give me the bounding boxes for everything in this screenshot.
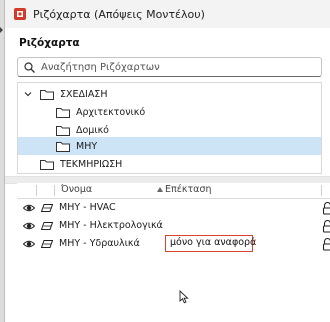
lock-icon[interactable] [322, 220, 330, 233]
tree-item-label: ΤΕΚΜΗΡΙΩΣΗ [60, 158, 123, 170]
search-icon [24, 61, 35, 73]
layers-table-header: Όνομα Επέκταση [17, 183, 330, 199]
tree-item-architectural[interactable]: Αρχιτεκτονικό [18, 103, 321, 121]
column-separator [321, 185, 322, 196]
search-input[interactable] [41, 61, 311, 73]
folder-icon [56, 107, 70, 118]
tree-item-label: ΣΧΕΔΙΑΣΗ [60, 88, 108, 100]
collapse-arrow-icon[interactable] [0, 27, 3, 33]
folder-icon [56, 141, 70, 152]
column-separator [54, 185, 55, 196]
folder-icon [56, 125, 70, 136]
tree-item-mep[interactable]: ΜΗΥ [18, 137, 321, 155]
tree-item-label: ΜΗΥ [76, 140, 98, 152]
tree-item-label: Δομικό [76, 124, 109, 136]
folder-icon [40, 159, 54, 170]
column-separator [36, 185, 37, 196]
lock-icon[interactable] [322, 202, 330, 215]
extension-edit-field[interactable]: μόνο για αναφορά [165, 235, 256, 252]
tree-item-label: Αρχιτεκτονικό [76, 106, 146, 118]
chevron-down-icon[interactable] [24, 90, 32, 98]
layer-icon[interactable] [41, 203, 53, 213]
mouse-cursor-icon [179, 290, 189, 304]
layer-icon[interactable] [41, 221, 53, 231]
search-box[interactable] [17, 57, 322, 77]
layer-name: ΜΗΥ - Ηλεκτρολογικά [59, 220, 163, 231]
layer-icon[interactable] [41, 239, 53, 249]
layer-name: ΜΗΥ - HVAC [59, 202, 116, 213]
column-header-extension[interactable]: Επέκταση [165, 184, 211, 195]
table-row[interactable]: ΜΗΥ - HVAC [17, 200, 330, 217]
lock-icon[interactable] [322, 238, 330, 251]
table-row[interactable]: ΜΗΥ - Ηλεκτρολογικά [17, 218, 330, 235]
column-header-name[interactable]: Όνομα [61, 184, 92, 195]
folder-icon [40, 89, 54, 100]
layers-panel: Ριζόχαρτα (Απόψεις Μοντέλου) Ριζόχαρτα Σ… [4, 0, 330, 322]
eye-icon[interactable] [23, 203, 35, 213]
layer-name: ΜΗΥ - Υδραυλικά [59, 238, 140, 249]
eye-icon[interactable] [23, 221, 35, 231]
tree-item-documentation[interactable]: ΤΕΚΜΗΡΙΩΣΗ [18, 155, 321, 173]
app-icon [14, 8, 26, 20]
eye-icon[interactable] [23, 239, 35, 249]
window-title: Ριζόχαρτα (Απόψεις Μοντέλου) [33, 7, 205, 21]
window-titlebar: Ριζόχαρτα (Απόψεις Μοντέλου) [5, 0, 330, 28]
section-title: Ριζόχαρτα [19, 37, 80, 49]
tree-item-design[interactable]: ΣΧΕΔΙΑΣΗ [18, 85, 321, 103]
sort-ascending-icon [157, 187, 163, 192]
layer-groups-tree: ΣΧΕΔΙΑΣΗ Αρχιτεκτονικό Δομικό ΜΗΥ ΤΕΚΜΗΡ… [17, 82, 322, 174]
table-row[interactable]: ΜΗΥ - Υδραυλικά μόνο για αναφορά [17, 235, 330, 253]
